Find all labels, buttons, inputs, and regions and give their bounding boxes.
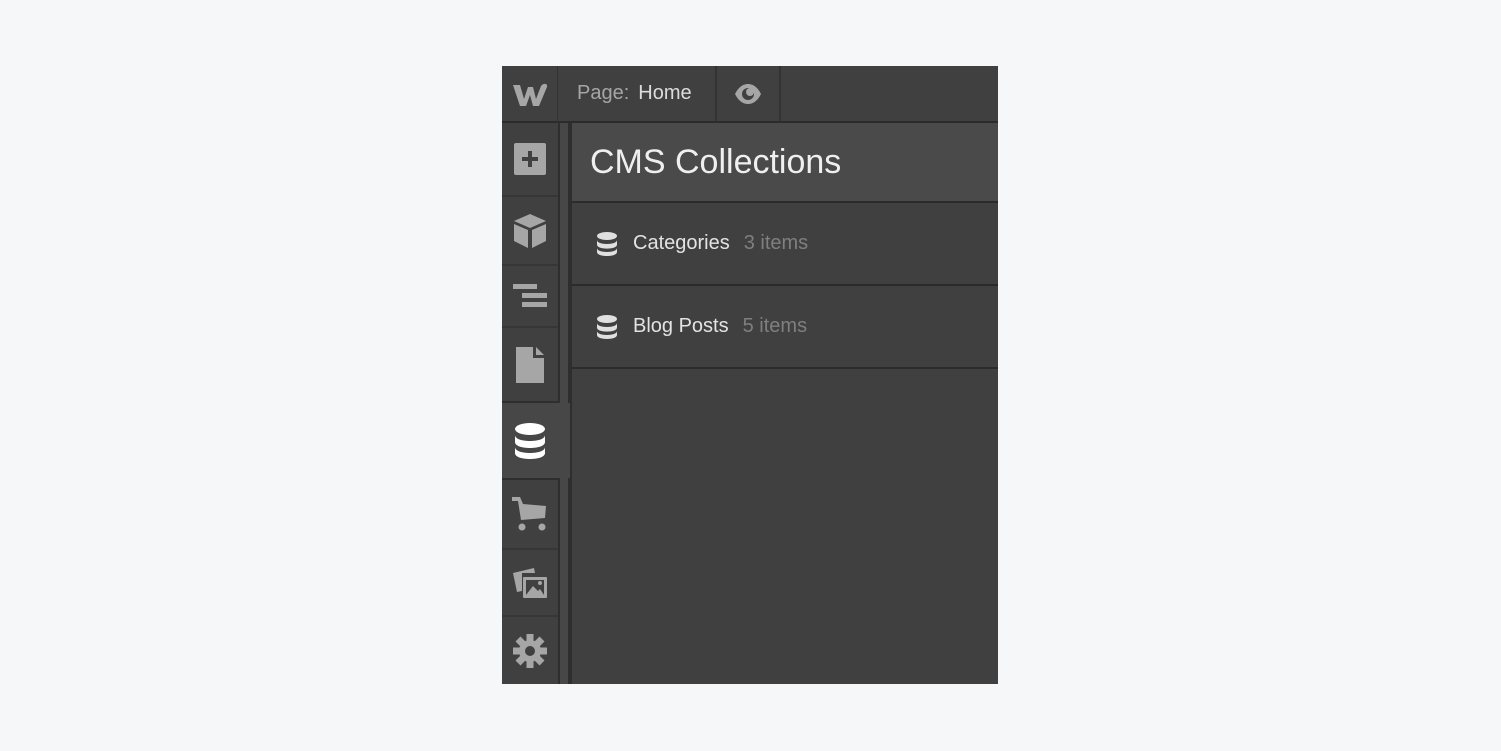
collection-name: Blog Posts <box>633 315 729 337</box>
pages-button[interactable] <box>502 328 558 403</box>
gear-icon <box>513 633 547 668</box>
top-bar: Page: Home <box>502 66 998 123</box>
page-label: Page: <box>577 82 630 104</box>
panel-title: CMS Collections <box>572 123 998 203</box>
assets-button[interactable] <box>502 550 558 617</box>
webflow-logo-icon <box>512 83 547 106</box>
symbols-button[interactable] <box>502 197 558 266</box>
collection-count: 3 items <box>743 232 809 254</box>
ecommerce-button[interactable] <box>502 478 558 550</box>
page-icon <box>516 346 544 383</box>
plus-square-icon <box>514 143 546 175</box>
settings-button[interactable] <box>502 617 558 684</box>
webflow-logo-button[interactable] <box>502 66 558 123</box>
add-elements-button[interactable] <box>502 123 558 197</box>
database-icon <box>597 231 617 256</box>
collection-item-blog-posts[interactable]: Blog Posts 5 items <box>572 286 998 369</box>
cms-collections-panel: CMS Collections Categories 3 items Blog … <box>570 123 998 684</box>
page-value: Home <box>638 82 692 104</box>
database-icon <box>597 314 617 339</box>
page-selector[interactable]: Page: Home <box>558 66 717 121</box>
collection-count: 5 items <box>742 315 808 337</box>
cube-icon <box>514 213 546 248</box>
cart-icon <box>512 497 546 531</box>
preview-button[interactable] <box>717 66 781 121</box>
eye-icon <box>735 83 761 104</box>
cms-button[interactable] <box>502 403 570 478</box>
database-icon <box>515 422 545 459</box>
webflow-designer: Page: Home CMS Collections Categories 3 … <box>502 66 998 684</box>
collection-item-categories[interactable]: Categories 3 items <box>572 203 998 286</box>
navigator-lines-icon <box>513 284 547 307</box>
navigator-button[interactable] <box>502 266 558 328</box>
collection-name: Categories <box>633 232 730 254</box>
images-icon <box>513 567 547 598</box>
